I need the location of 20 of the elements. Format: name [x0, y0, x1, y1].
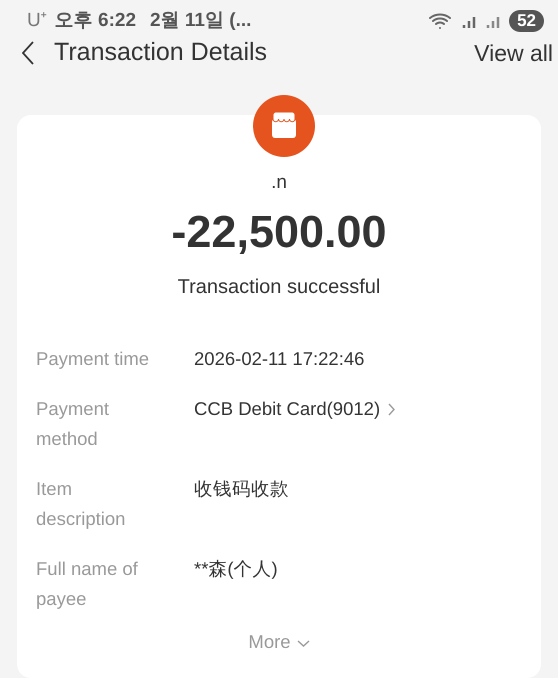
view-all-link[interactable]: View all — [474, 36, 553, 70]
carrier-label: U⁺ — [27, 8, 47, 33]
chevron-down-icon — [296, 640, 310, 648]
detail-label: Payment time — [36, 347, 150, 371]
status-date: 2월 11일 (... — [150, 8, 252, 33]
amount: -22,500.00 — [171, 209, 387, 254]
detail-value: 收钱码收款 — [194, 477, 289, 501]
detail-label: Payment method — [36, 397, 110, 451]
detail-label: Item description — [36, 477, 126, 531]
detail-value: 2026-02-11 17:22:46 — [194, 347, 364, 371]
page-title: Transaction Details — [54, 37, 268, 68]
merchant-name: .n — [271, 170, 287, 194]
detail-label: Full name of payee — [36, 557, 139, 611]
status-time: 오후 6:22 — [54, 8, 136, 33]
payment-method-link[interactable]: CCB Debit Card(9012) — [194, 394, 380, 424]
back-icon — [22, 40, 34, 65]
battery-indicator: 52 — [509, 10, 544, 32]
chevron-right-icon — [388, 402, 396, 416]
detail-value: **森(个人) — [194, 557, 278, 581]
transaction-status: Transaction successful — [178, 275, 380, 300]
